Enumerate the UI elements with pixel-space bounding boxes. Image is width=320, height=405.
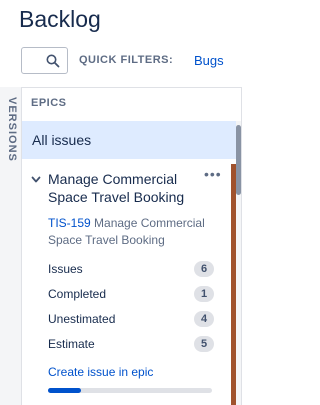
stat-count-badge: 5 — [194, 336, 214, 352]
search-icon — [46, 54, 60, 68]
stat-label: Completed — [48, 287, 107, 301]
epic-description: TIS-159 Manage Commercial Space Travel B… — [48, 215, 213, 249]
epics-heading: EPICS — [31, 97, 67, 109]
all-issues-label: All issues — [32, 132, 92, 148]
stat-row-issues: Issues 6 — [48, 260, 214, 278]
create-issue-in-epic-link[interactable]: Create issue in epic — [48, 365, 153, 379]
page-title: Backlog — [19, 6, 101, 32]
epic-title[interactable]: Manage Commercial Space Travel Booking — [48, 170, 208, 206]
stat-count-badge: 1 — [194, 286, 214, 302]
all-issues-item[interactable]: All issues — [22, 121, 241, 159]
stat-count-badge: 6 — [194, 261, 214, 277]
epic-progress-bar — [48, 388, 212, 393]
stat-count-badge: 4 — [194, 311, 214, 327]
stat-label: Estimate — [48, 337, 95, 351]
quick-filters-label: QUICK FILTERS: — [79, 54, 174, 66]
scrollbar-thumb[interactable] — [236, 125, 241, 195]
stat-row-unestimated: Unestimated 4 — [48, 310, 214, 328]
versions-tab-label: VERSIONS — [6, 97, 18, 162]
stat-label: Unestimated — [48, 312, 116, 326]
stat-row-completed: Completed 1 — [48, 285, 214, 303]
stat-row-estimate: Estimate 5 — [48, 335, 214, 353]
chevron-down-icon[interactable] — [31, 176, 41, 184]
quick-filter-bugs[interactable]: Bugs — [194, 53, 224, 68]
epic-color-stripe — [231, 164, 236, 405]
epic-progress-fill — [48, 388, 81, 393]
epic-key-link[interactable]: TIS-159 — [48, 216, 91, 230]
search-input[interactable] — [21, 47, 68, 74]
epics-panel: EPICS All issues Manage Commercial Space… — [22, 87, 242, 405]
more-actions-icon[interactable]: ••• — [204, 166, 222, 182]
stat-label: Issues — [48, 262, 83, 276]
